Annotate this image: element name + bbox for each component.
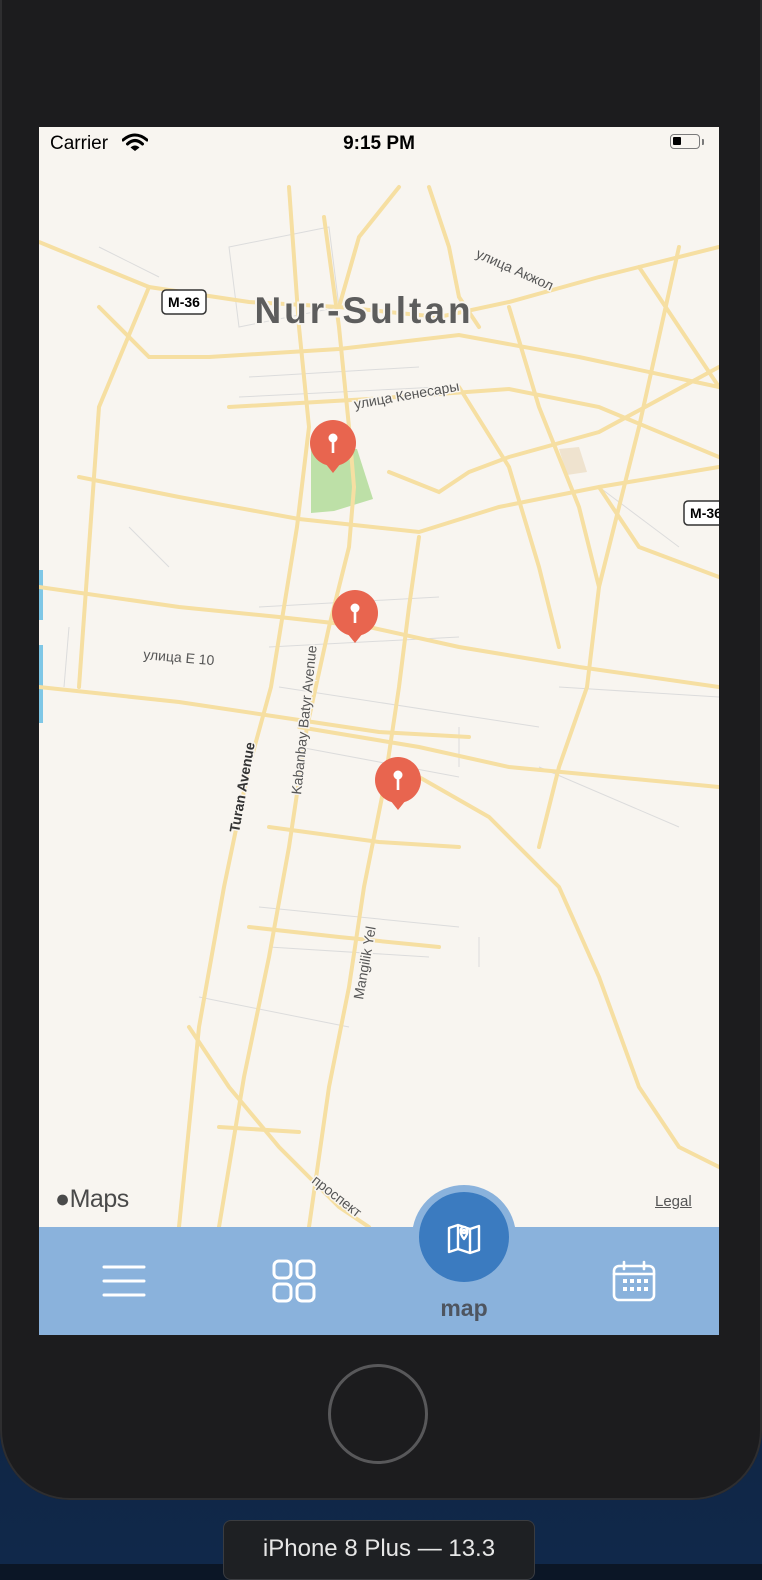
apple-logo-icon: ● bbox=[55, 1185, 70, 1213]
status-bar: Carrier 9:15 PM bbox=[39, 127, 719, 161]
tab-grid[interactable] bbox=[209, 1227, 379, 1335]
maps-attribution[interactable]: ●Maps bbox=[55, 1185, 129, 1214]
highway-shield-label: M-36 bbox=[168, 294, 200, 310]
highway-shield: M-36 bbox=[161, 289, 207, 315]
water-area bbox=[39, 570, 43, 620]
calendar-icon bbox=[612, 1260, 656, 1302]
tab-map-button[interactable] bbox=[419, 1192, 509, 1282]
simulator-device-label: iPhone 8 Plus — 13.3 bbox=[223, 1520, 535, 1580]
clock: 9:15 PM bbox=[343, 133, 415, 154]
maps-attribution-label: Maps bbox=[69, 1185, 130, 1213]
water-area bbox=[39, 645, 43, 723]
grid-icon bbox=[272, 1259, 316, 1303]
city-label: Nur-Sultan bbox=[254, 290, 473, 331]
legal-link[interactable]: Legal bbox=[655, 1193, 692, 1210]
hamburger-menu-icon bbox=[102, 1265, 146, 1297]
map-view[interactable]: M-36 M-36 Nur-Sultan улица Акжол улица К… bbox=[39, 127, 719, 1227]
battery-tip bbox=[702, 139, 704, 145]
phone-screen: M-36 M-36 Nur-Sultan улица Акжол улица К… bbox=[39, 127, 719, 1335]
tab-menu[interactable] bbox=[39, 1227, 209, 1335]
tab-calendar[interactable] bbox=[549, 1227, 719, 1335]
tab-map-label[interactable]: map bbox=[379, 1295, 549, 1322]
battery-icon bbox=[670, 134, 700, 149]
highway-shield-label: M-36 bbox=[690, 505, 719, 521]
highway-shield: M-36 bbox=[683, 500, 719, 526]
home-button[interactable] bbox=[328, 1364, 428, 1464]
map-icon bbox=[447, 1223, 481, 1255]
